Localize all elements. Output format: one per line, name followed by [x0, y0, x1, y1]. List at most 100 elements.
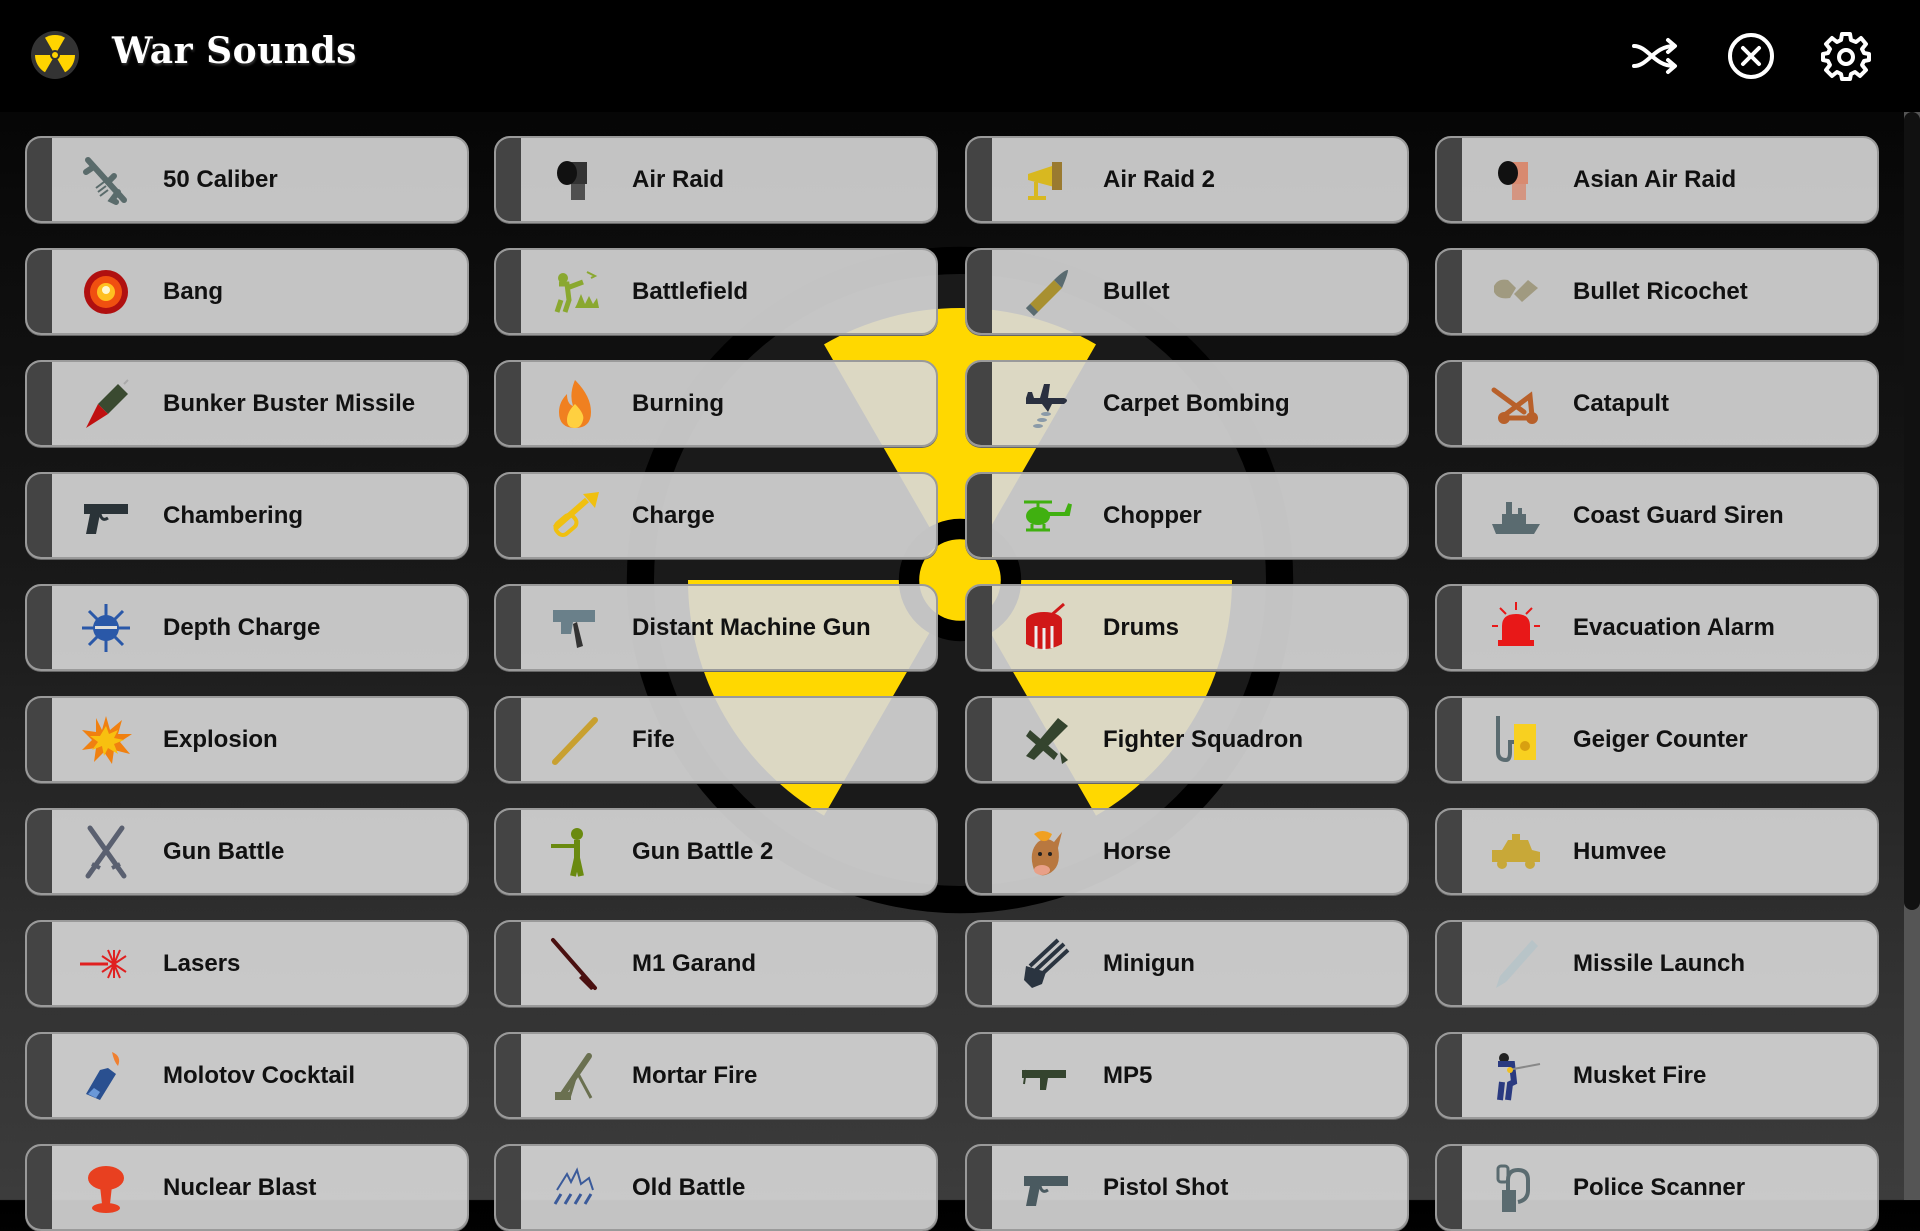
- sound-icon: [1017, 263, 1075, 321]
- sound-icon: [1487, 487, 1545, 545]
- sound-button[interactable]: Bullet Ricochet: [1435, 248, 1879, 335]
- siren-horn-icon: [1498, 161, 1528, 200]
- sound-button[interactable]: Gun Battle: [25, 808, 469, 895]
- sound-button[interactable]: Molotov Cocktail: [25, 1032, 469, 1119]
- sound-button[interactable]: Air Raid 2: [965, 136, 1409, 223]
- sound-button[interactable]: Nuclear Blast: [25, 1144, 469, 1231]
- sound-icon: [1487, 935, 1545, 993]
- sound-label: 50 Caliber: [163, 166, 278, 193]
- sound-button[interactable]: Burning: [494, 360, 938, 447]
- soldier-icon: [551, 828, 584, 877]
- sound-button[interactable]: Charge: [494, 472, 938, 559]
- sound-button[interactable]: Geiger Counter: [1435, 696, 1879, 783]
- shuffle-button[interactable]: [1630, 30, 1682, 82]
- close-circle-icon: [1728, 33, 1774, 79]
- minigun-icon: [1024, 938, 1070, 988]
- sound-icon: [1017, 151, 1075, 209]
- drum-icon: [1026, 602, 1065, 650]
- fighter-plane-icon: [1026, 718, 1068, 764]
- sound-button[interactable]: Coast Guard Siren: [1435, 472, 1879, 559]
- sound-button[interactable]: Depth Charge: [25, 584, 469, 671]
- sound-button[interactable]: Lasers: [25, 920, 469, 1007]
- sound-label: Bullet: [1103, 278, 1170, 305]
- sound-icon: [1487, 1047, 1545, 1105]
- card-strip: [496, 922, 521, 1005]
- sound-icon: [1487, 823, 1545, 881]
- sound-icon: [546, 375, 604, 433]
- sound-label: Air Raid 2: [1103, 166, 1216, 193]
- sound-button[interactable]: Explosion: [25, 696, 469, 783]
- card-strip: [27, 362, 52, 445]
- sound-icon: [1017, 375, 1075, 433]
- sound-icon: [546, 263, 604, 321]
- sound-button[interactable]: Evacuation Alarm: [1435, 584, 1879, 671]
- sound-icon: [77, 263, 135, 321]
- stop-button[interactable]: [1725, 30, 1777, 82]
- sound-label: Carpet Bombing: [1103, 390, 1290, 417]
- sound-icon: [1487, 711, 1545, 769]
- sound-button[interactable]: Asian Air Raid: [1435, 136, 1879, 223]
- sound-button[interactable]: Missile Launch: [1435, 920, 1879, 1007]
- sound-label: MP5: [1103, 1062, 1153, 1089]
- horse-icon: [1031, 831, 1062, 876]
- sound-button[interactable]: Carpet Bombing: [965, 360, 1409, 447]
- sound-icon: [1487, 263, 1545, 321]
- card-strip: [27, 1146, 52, 1229]
- card-strip: [1437, 810, 1462, 893]
- card-strip: [967, 810, 992, 893]
- sound-icon: [546, 935, 604, 993]
- sound-label: Musket Fire: [1573, 1062, 1707, 1089]
- sound-label: Old Battle: [632, 1174, 746, 1201]
- sound-button[interactable]: Horse: [965, 808, 1409, 895]
- sound-label: Gun Battle: [163, 838, 285, 865]
- card-strip: [967, 698, 992, 781]
- card-strip: [27, 1034, 52, 1117]
- sound-button[interactable]: Gun Battle 2: [494, 808, 938, 895]
- sound-label: Lasers: [163, 950, 241, 977]
- sound-button[interactable]: Mortar Fire: [494, 1032, 938, 1119]
- sound-button[interactable]: Old Battle: [494, 1144, 938, 1231]
- sound-label: Drums: [1103, 614, 1180, 641]
- sound-button[interactable]: Air Raid: [494, 136, 938, 223]
- sound-button[interactable]: Musket Fire: [1435, 1032, 1879, 1119]
- card-strip: [967, 1146, 992, 1229]
- sound-button[interactable]: Distant Machine Gun: [494, 584, 938, 671]
- card-strip: [1437, 362, 1462, 445]
- crossed-rifles-icon: [85, 825, 127, 879]
- bullet-icon: [1025, 270, 1068, 317]
- card-strip: [496, 810, 521, 893]
- sound-label: Chopper: [1103, 502, 1202, 529]
- sound-button[interactable]: Drums: [965, 584, 1409, 671]
- sound-label: Depth Charge: [163, 614, 321, 641]
- sound-button[interactable]: Bang: [25, 248, 469, 335]
- sound-button[interactable]: Bunker Buster Missile: [25, 360, 469, 447]
- sound-button[interactable]: Fighter Squadron: [965, 696, 1409, 783]
- missile-icon: [86, 379, 129, 428]
- sound-label: Charge: [632, 502, 715, 529]
- sound-button[interactable]: Catapult: [1435, 360, 1879, 447]
- sound-button[interactable]: Police Scanner: [1435, 1144, 1879, 1231]
- sound-button[interactable]: Chopper: [965, 472, 1409, 559]
- ship-icon: [1492, 502, 1540, 534]
- laser-icon: [80, 949, 127, 979]
- sound-button[interactable]: Battlefield: [494, 248, 938, 335]
- sound-button[interactable]: Pistol Shot: [965, 1144, 1409, 1231]
- sound-icon: [546, 823, 604, 881]
- sound-button[interactable]: Chambering: [25, 472, 469, 559]
- sound-label: Nuclear Blast: [163, 1174, 317, 1201]
- card-strip: [27, 250, 52, 333]
- sound-button[interactable]: Minigun: [965, 920, 1409, 1007]
- sound-button[interactable]: Fife: [494, 696, 938, 783]
- sound-button[interactable]: Bullet: [965, 248, 1409, 335]
- sound-icon: [77, 711, 135, 769]
- soldiers-icon: [554, 271, 599, 313]
- scrollbar-thumb[interactable]: [1904, 112, 1920, 910]
- sound-button[interactable]: 50 Caliber: [25, 136, 469, 223]
- sound-button[interactable]: Humvee: [1435, 808, 1879, 895]
- sound-icon: [77, 375, 135, 433]
- sound-button[interactable]: M1 Garand: [494, 920, 938, 1007]
- sound-button[interactable]: MP5: [965, 1032, 1409, 1119]
- card-strip: [1437, 922, 1462, 1005]
- settings-button[interactable]: [1820, 30, 1872, 82]
- sea-mine-icon: [82, 604, 130, 652]
